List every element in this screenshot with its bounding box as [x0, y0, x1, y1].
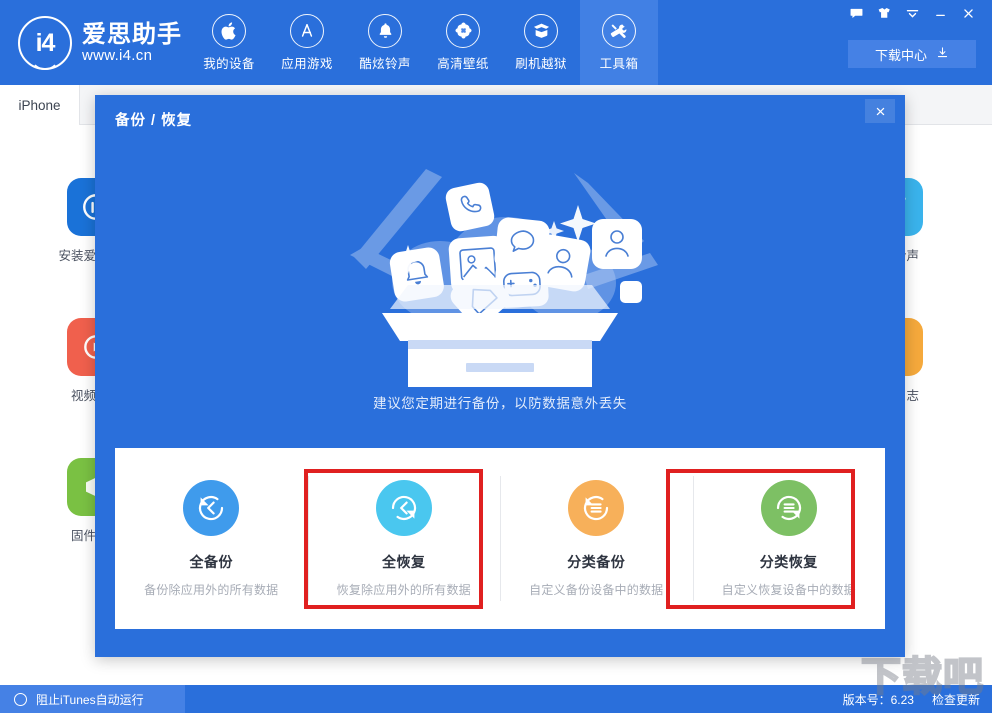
download-icon [936, 46, 949, 62]
modal-close-icon[interactable] [865, 99, 895, 123]
device-tab-label: iPhone [18, 97, 61, 113]
apple-icon [212, 13, 246, 48]
app-header: i4 爱思助手 www.i4.cn 我的设备 应用游戏 酷炫铃声 高清壁纸 刷机… [0, 0, 992, 85]
device-tab-iphone[interactable]: iPhone [0, 85, 80, 125]
app-window: i4 爱思助手 www.i4.cn 我的设备 应用游戏 酷炫铃声 高清壁纸 刷机… [0, 0, 992, 713]
nav-item-my-device[interactable]: 我的设备 [190, 0, 268, 85]
restore-all-icon [375, 479, 432, 536]
nav-item-ringtones[interactable]: 酷炫铃声 [346, 0, 424, 85]
card-title: 全恢复 [382, 553, 426, 570]
logo-mark-text: i4 [35, 28, 56, 57]
tools-icon [602, 13, 636, 48]
backup-all-icon [183, 479, 240, 536]
chevron-down-icon[interactable] [898, 2, 926, 24]
card-desc: 备份除应用外的所有数据 [144, 582, 279, 597]
logo-title: 爱思助手 [82, 21, 182, 49]
logo-url: www.i4.cn [82, 47, 153, 65]
status-right-group: 版本号：6.23 检查更新 [843, 685, 980, 713]
window-controls [842, 2, 982, 24]
status-bar: 阻止iTunes自动运行 版本号：6.23 检查更新 [0, 685, 992, 713]
check-update-button[interactable]: 检查更新 [932, 691, 980, 708]
app-logo[interactable]: i4 爱思助手 www.i4.cn [18, 16, 182, 70]
appstore-icon [290, 13, 324, 48]
download-center-label: 下载中心 [874, 47, 927, 63]
logo-mark-icon: i4 [18, 16, 72, 70]
block-itunes-label: 阻止iTunes自动运行 [36, 692, 144, 707]
nav-label: 应用游戏 [281, 56, 333, 71]
restore-category-icon [760, 479, 817, 536]
card-desc: 恢复除应用外的所有数据 [336, 582, 471, 597]
nav-item-flash-jailbreak[interactable]: 刷机越狱 [502, 0, 580, 85]
nav-label: 刷机越狱 [515, 56, 567, 71]
nav-label: 工具箱 [599, 56, 639, 71]
nav-label: 我的设备 [203, 56, 255, 71]
card-title: 分类恢复 [759, 553, 818, 570]
card-category-backup[interactable]: 分类备份 自定义备份设备中的数据 [500, 448, 693, 629]
card-title: 全备份 [189, 553, 233, 570]
backup-action-row: 全备份 备份除应用外的所有数据 全恢复 恢复除应用外的所有数据 分类备份 自定义… [115, 448, 885, 629]
version-label: 版本号：6.23 [842, 692, 914, 707]
card-category-restore[interactable]: 分类恢复 自定义恢复设备中的数据 [692, 448, 886, 629]
message-icon[interactable] [842, 2, 870, 24]
main-nav: 我的设备 应用游戏 酷炫铃声 高清壁纸 刷机越狱 工具箱 [190, 0, 658, 85]
close-icon[interactable] [954, 2, 982, 24]
backup-tagline: 建议您定期进行备份，以防数据意外丢失 [373, 396, 627, 411]
nav-item-apps-games[interactable]: 应用游戏 [268, 0, 346, 85]
nav-label: 高清壁纸 [437, 56, 489, 71]
backup-action-panel: 全备份 备份除应用外的所有数据 全恢复 恢复除应用外的所有数据 分类备份 自定义… [115, 448, 885, 629]
download-center-button[interactable]: 下载中心 [848, 40, 976, 68]
nav-item-toolbox[interactable]: 工具箱 [580, 0, 658, 85]
modal-title: 备份 / 恢复 [115, 113, 193, 129]
bell-icon [368, 13, 402, 48]
card-desc: 自定义恢复设备中的数据 [721, 582, 856, 597]
backup-restore-modal: 备份 / 恢复 建议您定期进行备份，以防数据意外丢失 全备份 备份除应用外的所有… [95, 95, 905, 657]
minimize-icon[interactable] [926, 2, 954, 24]
card-full-restore[interactable]: 全恢复 恢复除应用外的所有数据 [307, 448, 501, 629]
radio-icon [14, 692, 27, 706]
box-open-icon [524, 13, 558, 48]
nav-item-wallpapers[interactable]: 高清壁纸 [424, 0, 502, 85]
block-itunes-toggle[interactable]: 阻止iTunes自动运行 [0, 685, 185, 713]
card-title: 分类备份 [567, 553, 626, 570]
nav-label: 酷炫铃声 [359, 56, 411, 71]
skin-icon[interactable] [870, 2, 898, 24]
backup-illustration [330, 157, 670, 387]
flower-icon [446, 13, 480, 48]
card-desc: 自定义备份设备中的数据 [529, 582, 664, 597]
card-full-backup[interactable]: 全备份 备份除应用外的所有数据 [115, 448, 308, 629]
backup-category-icon [568, 479, 625, 536]
